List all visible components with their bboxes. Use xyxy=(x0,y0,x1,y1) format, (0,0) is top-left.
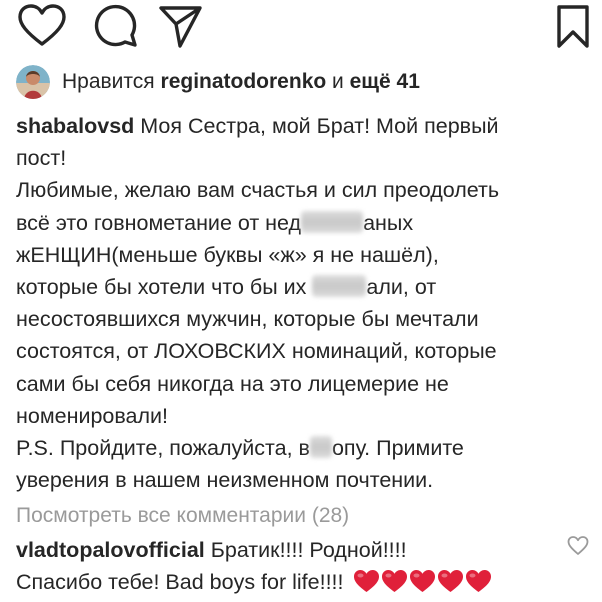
likes-row: Нравится reginatodorenko и ещё 41 xyxy=(16,64,420,100)
heart-emoji-icon xyxy=(409,569,436,593)
heart-icon[interactable] xyxy=(16,2,68,55)
bookmark-icon[interactable] xyxy=(556,2,590,55)
censor-blur xyxy=(309,436,332,459)
post-caption: shabalovsd Моя Сестра, мой Брат! Мой пер… xyxy=(16,110,588,496)
caption-line: жЕНЩИН(меньше буквы «ж» я не нашёл), xyxy=(16,242,439,267)
caption-line: P.S. Пройдите, пожалуйста, в xyxy=(16,436,310,461)
view-all-comments-link[interactable]: Посмотреть все комментарии (28) xyxy=(16,502,349,530)
heart-emoji-icon xyxy=(437,569,464,593)
caption-username-link[interactable]: shabalovsd xyxy=(16,114,134,138)
comment-text: Спасибо тебе! Bad boys for life!!!! xyxy=(16,570,344,594)
action-bar xyxy=(0,0,602,56)
likes-more-link[interactable]: ещё 41 xyxy=(350,70,420,93)
likes-prefix: Нравится xyxy=(62,70,155,93)
comment: vladtopalovofficial Братик!!!! Родной!!!… xyxy=(16,534,556,602)
caption-line: Моя Сестра, мой Брат! Мой первый xyxy=(140,114,499,138)
caption-line: которые бы хотели что бы их xyxy=(16,275,307,300)
heart-emoji-group xyxy=(353,569,493,602)
share-icon[interactable] xyxy=(156,2,204,55)
caption-line: номенировали! xyxy=(16,403,169,428)
likes-middle: и xyxy=(332,70,344,93)
heart-emoji-icon xyxy=(381,569,408,593)
heart-emoji-icon xyxy=(465,569,492,593)
comment-like-icon[interactable] xyxy=(566,534,590,558)
comment-username-link[interactable]: vladtopalovofficial xyxy=(16,538,205,562)
censor-blur xyxy=(301,210,364,233)
comment-icon[interactable] xyxy=(92,2,140,55)
caption-line: несостоявшихся мужчин, которые бы мечтал… xyxy=(16,307,479,332)
liker-username-link[interactable]: reginatodorenko xyxy=(161,70,327,93)
comment-text: Братик!!!! Родной!!!! xyxy=(210,538,407,562)
heart-emoji-icon xyxy=(353,569,380,593)
caption-line: аных xyxy=(363,210,414,235)
censor-blur xyxy=(312,275,367,298)
caption-line: всё это говнометание от нед xyxy=(16,210,302,235)
caption-line: состоятся, от ЛОХОВСКИХ номинаций, котор… xyxy=(16,339,497,364)
caption-line: али, от xyxy=(366,275,437,300)
caption-line: пост! xyxy=(16,146,67,171)
avatar[interactable] xyxy=(16,65,50,99)
caption-line: сами бы себя никогда на это лицемерие не xyxy=(16,371,449,396)
likes-text: Нравится reginatodorenko и ещё 41 xyxy=(62,69,420,95)
caption-line: уверения в нашем неизменном почтении. xyxy=(16,468,434,493)
caption-line: Любимые, желаю вам счастья и сил преодол… xyxy=(16,178,500,203)
caption-line: опу. Примите xyxy=(331,436,464,461)
